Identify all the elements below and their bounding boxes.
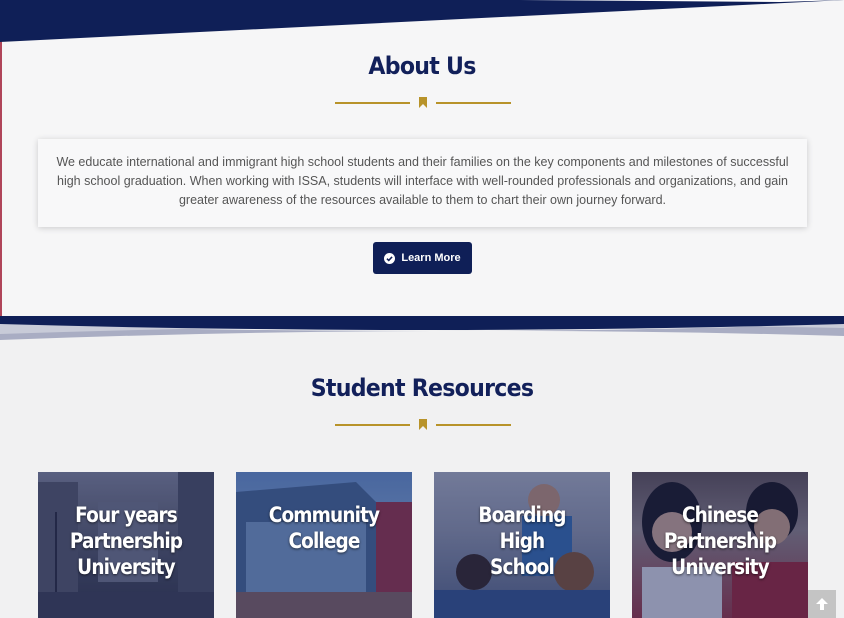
section-wave-divider xyxy=(0,316,844,340)
resource-card-four-years-university[interactable]: Four years Partnership University xyxy=(38,472,214,618)
about-title: About Us xyxy=(368,52,476,80)
resource-card-label: Community College xyxy=(268,503,380,553)
resources-title-divider xyxy=(335,419,511,431)
about-description-card: We educate international and immigrant h… xyxy=(38,139,807,227)
top-header-band xyxy=(0,0,844,42)
scroll-to-top-button[interactable] xyxy=(808,590,836,618)
resource-card-boarding-high-school[interactable]: Boarding High School xyxy=(434,472,610,618)
about-title-divider xyxy=(335,97,511,109)
resource-card-label: Boarding High School xyxy=(478,503,566,579)
check-circle-icon xyxy=(384,252,396,264)
arrow-up-icon xyxy=(816,598,828,610)
resources-title: Student Resources xyxy=(310,374,534,402)
resource-card-community-college[interactable]: Community College xyxy=(236,472,412,618)
resource-card-chinese-partnership-university[interactable]: Chinese Partnership University xyxy=(632,472,808,618)
bookmark-icon xyxy=(419,97,427,108)
learn-more-label: Learn More xyxy=(401,252,461,264)
resource-card-label: Chinese Partnership University xyxy=(663,503,777,579)
bookmark-icon xyxy=(419,419,427,430)
about-description: We educate international and immigrant h… xyxy=(56,155,789,207)
learn-more-button[interactable]: Learn More xyxy=(373,242,472,274)
resource-card-label: Four years Partnership University xyxy=(69,503,183,579)
